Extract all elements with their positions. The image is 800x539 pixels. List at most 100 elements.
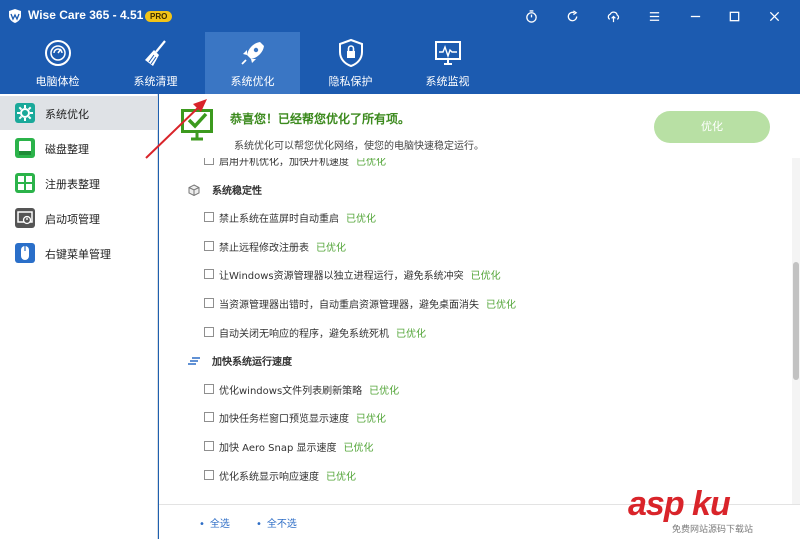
sidebar-item-startup[interactable]: 启动项管理: [0, 201, 157, 235]
pro-badge: PRO: [145, 11, 173, 22]
bullet-icon: •: [256, 519, 262, 530]
maximize-icon: [729, 11, 739, 21]
rocket-icon: [240, 42, 264, 65]
item-status: 已优化: [369, 385, 400, 397]
registry-icon: [15, 173, 35, 193]
sidebar-item-label: 系统优化: [45, 108, 89, 121]
group-title: 系统稳定性: [212, 185, 262, 197]
group-header: 系统稳定性: [159, 180, 792, 200]
item-checkbox[interactable]: [204, 298, 214, 308]
list-item: 让Windows资源管理器以独立进程运行，避免系统冲突 已优化: [159, 265, 792, 285]
cloud-sync-button[interactable]: [602, 6, 624, 26]
item-checkbox[interactable]: [204, 441, 214, 451]
sidebar-item-system-optimize[interactable]: 系统优化: [0, 96, 157, 130]
select-none-label: 全不选: [266, 519, 297, 530]
refresh-button[interactable]: [561, 6, 583, 26]
sidebar-item-label: 注册表整理: [45, 178, 100, 191]
menu-button[interactable]: [643, 6, 665, 26]
result-banner: 恭喜您！已经帮您优化了所有项。 系统优化可以帮您优化网络，使您的电脑快速稳定运行…: [159, 94, 800, 158]
maximize-button[interactable]: [723, 6, 745, 26]
list-item: 优化windows文件列表刷新策略 已优化: [159, 380, 792, 400]
tab-optimize[interactable]: 系统优化: [205, 32, 300, 94]
tab-privacy-label: 隐私保护: [328, 75, 373, 88]
item-label: 优化系统显示响应速度: [219, 471, 319, 483]
sidebar: 系统优化 磁盘整理 注册表整理 启动项管理 右键菜单管理: [0, 94, 158, 539]
sidebar-item-label: 磁盘整理: [45, 143, 89, 156]
item-text: 加快任务栏窗口预览显示速度 已优化: [219, 410, 386, 425]
item-checkbox[interactable]: [204, 158, 214, 165]
title-bar: Wise Care 365 - 4.51 PRO: [0, 0, 800, 32]
list-item: 优化系统显示响应速度 已优化: [159, 466, 792, 486]
list-scrollbar[interactable]: [792, 158, 800, 504]
select-none-link[interactable]: • 全不选: [256, 515, 297, 530]
group-title: 加快系统运行速度: [212, 357, 292, 369]
speed-icon: [188, 357, 200, 365]
item-status: 已优化: [486, 300, 516, 311]
sidebar-item-context-menu[interactable]: 右键菜单管理: [0, 236, 157, 270]
tab-optimize-label: 系统优化: [230, 75, 275, 88]
tab-monitor[interactable]: 系统监视: [400, 32, 495, 94]
select-all-link[interactable]: • 全选: [199, 515, 230, 530]
minimize-icon: [690, 15, 700, 17]
main-panel: 恭喜您！已经帮您优化了所有项。 系统优化可以帮您优化网络，使您的电脑快速稳定运行…: [159, 94, 800, 539]
menu-icon: [649, 11, 659, 21]
item-text: 优化windows文件列表刷新策略 已优化: [219, 382, 399, 397]
optimization-list: 启用开机优化，加快开机速度 已优化 系统稳定性 禁止系统在蓝屏时自动重启 已优化 禁止远程…: [159, 158, 792, 504]
checkup-icon: [44, 40, 71, 66]
mouse-icon: [15, 243, 35, 263]
sidebar-item-disk-defrag[interactable]: 磁盘整理: [0, 131, 157, 165]
item-checkbox[interactable]: [204, 269, 214, 280]
tab-monitor-label: 系统监视: [425, 75, 470, 88]
bullet-icon: •: [199, 519, 205, 530]
item-text: 加快 Aero Snap 显示速度 已优化: [219, 439, 374, 454]
sidebar-item-label: 右键菜单管理: [45, 248, 111, 261]
item-text: 自动关闭无响应的程序，避免系统死机 已优化: [219, 325, 426, 340]
item-text: 启用开机优化，加快开机速度 已优化: [219, 158, 386, 168]
broom-icon: [144, 40, 166, 66]
list-item: 加快任务栏窗口预览显示速度 已优化: [159, 408, 792, 428]
tab-cleanup[interactable]: 系统清理: [108, 32, 203, 94]
tab-checkup[interactable]: 电脑体检: [10, 32, 105, 94]
item-checkbox[interactable]: [204, 240, 214, 251]
item-label: 禁止系统在蓝屏时自动重启: [219, 214, 339, 226]
item-text: 让Windows资源管理器以独立进程运行，避免系统冲突 已优化: [219, 267, 501, 282]
optimize-button[interactable]: 优化: [654, 111, 770, 143]
item-status: 已优化: [326, 471, 356, 483]
window-title: Wise Care 365 - 4.51: [28, 8, 144, 22]
tab-checkup-label: 电脑体检: [35, 75, 80, 88]
main-nav: 电脑体检 系统清理 系统优化 隐私保护 系统监视: [0, 32, 800, 94]
refresh-icon: [567, 9, 577, 21]
item-checkbox[interactable]: [204, 469, 214, 480]
disk-icon: [15, 138, 35, 158]
app-logo-icon: [9, 9, 21, 23]
item-status: 已优化: [356, 158, 386, 168]
item-status: 已优化: [356, 414, 386, 426]
sidebar-item-label: 启动项管理: [45, 213, 100, 226]
monitor-icon: [434, 41, 461, 65]
item-checkbox[interactable]: [204, 383, 214, 394]
minimize-button[interactable]: [684, 6, 706, 26]
item-status: 已优化: [470, 271, 501, 283]
item-status: 已优化: [396, 328, 426, 340]
gear-icon: [15, 103, 35, 123]
item-checkbox[interactable]: [204, 326, 214, 337]
item-label: 加快任务栏窗口预览显示速度: [219, 414, 349, 426]
list-item: 启用开机优化，加快开机速度 已优化: [159, 158, 792, 171]
close-icon: [769, 11, 779, 21]
tab-privacy[interactable]: 隐私保护: [303, 32, 398, 94]
timer-icon: [525, 9, 537, 23]
item-checkbox[interactable]: [204, 212, 214, 223]
list-item: 禁止远程修改注册表 已优化: [159, 237, 792, 257]
startup-icon: [15, 208, 35, 228]
timer-button[interactable]: [520, 6, 542, 26]
close-button[interactable]: [763, 6, 785, 26]
shield-icon: [338, 38, 363, 68]
list-item: 加快 Aero Snap 显示速度 已优化: [159, 437, 792, 457]
cube-icon: [188, 184, 200, 196]
scroll-thumb[interactable]: [793, 262, 799, 380]
item-status: 已优化: [316, 242, 346, 254]
sidebar-item-registry[interactable]: 注册表整理: [0, 166, 157, 200]
item-checkbox[interactable]: [204, 412, 214, 423]
select-all-label: 全选: [209, 519, 230, 530]
list-item: 当资源管理器出错时，自动重启资源管理器，避免桌面消失 已优化: [159, 294, 792, 314]
